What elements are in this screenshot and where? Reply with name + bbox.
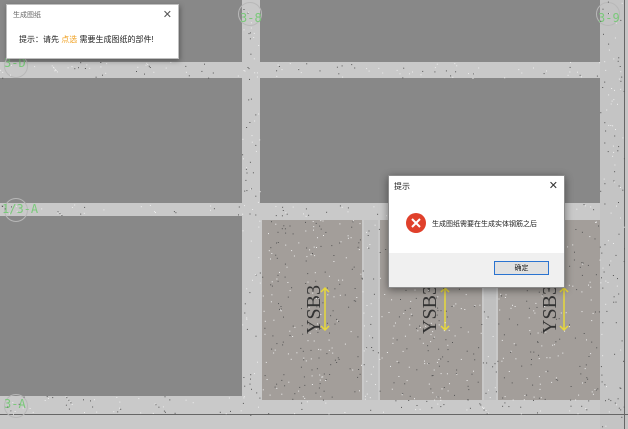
hint-panel-title: 生成图纸 [13, 12, 41, 19]
hint-panel: 生成图纸 ✕ 提示：请先 点选 需要生成图纸的部件! [6, 4, 179, 59]
hint-message-suffix: 需要生成图纸的部件! [79, 35, 154, 44]
hint-message: 提示：请先 点选 需要生成图纸的部件! [19, 34, 154, 45]
error-icon [406, 213, 426, 233]
close-icon[interactable]: ✕ [163, 8, 172, 21]
dialog-footer: 确定 [389, 253, 564, 287]
ok-button[interactable]: 确定 [494, 261, 549, 275]
dialog-message: 生成图纸需要在生成实体钢筋之后 [432, 221, 537, 228]
dialog-title: 提示 [394, 182, 410, 191]
hint-message-highlight: 点选 [61, 35, 78, 44]
alert-dialog: 提示 ✕ 生成图纸需要在生成实体钢筋之后 确定 [388, 175, 565, 288]
hint-message-prefix: 提示：请先 [19, 35, 59, 44]
close-icon[interactable]: ✕ [549, 179, 558, 192]
